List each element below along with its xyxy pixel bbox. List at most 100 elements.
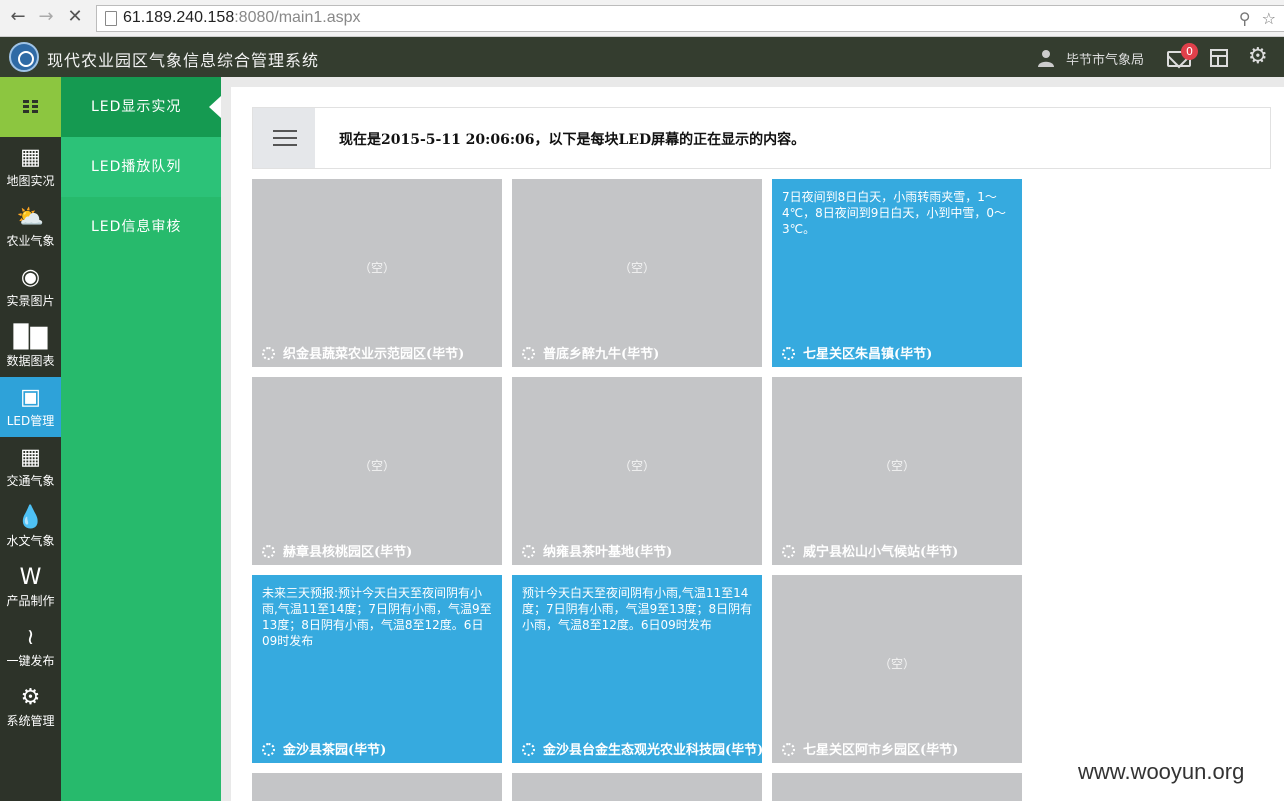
empty-label: （空） [358,459,395,473]
info-bar: 现在是2015-5-11 20:06:06，以下是每块LED屏幕的正在显示的内容… [252,107,1271,169]
user-name[interactable]: 毕节市气象局 [1066,49,1144,68]
subnav-item-led-review[interactable]: LED信息审核 [61,197,221,257]
gear-icon: ⚙ [20,685,41,710]
led-tile[interactable]: 未来三天预报:预计今天白天至夜间阴有小雨,气温11至14度；7日阴有小雨，气温9… [252,575,502,763]
loading-icon [522,347,535,360]
loading-icon [782,743,795,756]
app-title: 现代农业园区气象信息综合管理系统 [47,51,320,70]
rail-item-publish[interactable]: ≀ 一键发布 [0,617,61,677]
rail-item-agri-weather[interactable]: ⛅ 农业气象 [0,197,61,257]
empty-label: （空） [618,261,655,275]
led-name-text: 织金县蔬菜农业示范园区(毕节) [283,347,465,362]
led-name-text: 七星关区阿市乡园区(毕节) [803,743,959,758]
led-name: 金沙县台金生态观光农业科技园(毕节) [522,739,763,758]
grid-icon [22,100,39,114]
led-name-text: 七星关区朱昌镇(毕节) [803,347,933,362]
rail-item-map[interactable]: ▦ 地图实况 [0,137,61,197]
app-header: 现代农业园区气象信息综合管理系统 毕节市气象局 ⚙ [0,37,1284,77]
rail-item-product[interactable]: W 产品制作 [0,557,61,617]
led-message: 7日夜间到8日白天，小雨转雨夹雪，1～4℃，8日夜间到9日白天，小到中雪，0～3… [782,190,1007,236]
word-doc-icon: W [19,565,42,590]
rail-label: 地图实况 [6,174,55,188]
led-name-text: 赫章县核桃园区(毕节) [283,545,413,560]
loading-icon [782,545,795,558]
key-icon[interactable]: ⚲ [1239,9,1251,28]
rail-label: 农业气象 [6,234,55,248]
led-name: 织金县蔬菜农业示范园区(毕节) [262,343,464,362]
bookmark-star-icon[interactable]: ☆ [1262,9,1276,28]
monitor-icon: ▣ [20,385,41,410]
menu-toggle-button[interactable] [0,77,61,137]
url-path: :8080/main1.aspx [234,9,361,26]
led-tile[interactable]: （空） 纳雍县茶叶基地(毕节) [512,377,762,565]
url-text[interactable]: 61.189.240.158:8080/main1.aspx [123,9,361,27]
current-time-info: 现在是2015-5-11 20:06:06，以下是每块LED屏幕的正在显示的内容… [339,132,806,148]
rail-label: 水文气象 [6,534,55,548]
rail-item-system[interactable]: ⚙ 系统管理 [0,677,61,737]
rail-label: 数据图表 [6,354,55,368]
url-host: 61.189.240.158 [123,9,235,26]
rail-item-traffic[interactable]: ▦ 交通气象 [0,437,61,497]
map-icon: ▦ [20,145,41,170]
led-tile[interactable]: （空） 赫章县核桃园区(毕节) [252,377,502,565]
rail-label: 产品制作 [6,594,55,608]
rail-label: 系统管理 [6,714,55,728]
led-name: 纳雍县茶叶基地(毕节) [522,541,672,560]
layout-icon[interactable] [1210,49,1228,67]
led-tile[interactable]: （空） 普底乡醉九牛(毕节) [512,179,762,367]
empty-label: （空） [358,261,395,275]
led-name: 七星关区朱昌镇(毕节) [782,343,932,362]
watermark: www.wooyun.org [1078,759,1245,784]
page-icon [105,11,117,26]
rail-item-hydro[interactable]: 💧 水文气象 [0,497,61,557]
led-name-text: 金沙县茶园(毕节) [283,743,387,758]
led-tile[interactable] [252,773,502,801]
empty-label: （空） [878,459,915,473]
rail-item-photos[interactable]: ◉ 实景图片 [0,257,61,317]
forward-icon[interactable]: → [35,6,57,28]
led-name: 普底乡醉九牛(毕节) [522,343,659,362]
subnav-label: LED信息审核 [91,219,182,235]
loading-icon [782,347,795,360]
camera-icon: ◉ [20,265,41,290]
led-tile[interactable]: 7日夜间到8日白天，小雨转雨夹雪，1～4℃，8日夜间到9日白天，小到中雪，0～3… [772,179,1022,367]
led-name-text: 普底乡醉九牛(毕节) [543,347,660,362]
led-subnav: LED显示实况 LED播放队列 LED信息审核 [61,77,221,801]
led-tile[interactable]: （空） 织金县蔬菜农业示范园区(毕节) [252,179,502,367]
settings-gear-icon[interactable]: ⚙ [1248,44,1268,69]
loading-icon [262,347,275,360]
led-tile[interactable]: （空） 七星关区阿市乡园区(毕节) [772,575,1022,763]
wifi-icon: ≀ [26,625,35,650]
rail-label: LED管理 [6,414,55,428]
active-caret [209,96,221,118]
hamburger-button[interactable] [253,108,315,168]
led-tile[interactable]: （空） 威宁县松山小气候站(毕节) [772,377,1022,565]
subnav-item-led-live[interactable]: LED显示实况 [61,77,221,137]
stop-icon[interactable]: ✕ [64,6,86,28]
led-message: 预计今天白天至夜间阴有小雨,气温11至14度；7日阴有小雨，气温9至13度；8日… [522,586,753,632]
logo [9,42,39,72]
train-icon: ▦ [20,445,41,470]
loading-icon [262,743,275,756]
loading-icon [262,545,275,558]
address-bar[interactable]: 61.189.240.158:8080/main1.aspx ⚲ ☆ [96,5,1284,32]
subnav-item-led-queue[interactable]: LED播放队列 [61,137,221,197]
rail-item-led[interactable]: ▣ LED管理 [0,377,61,437]
led-name-text: 纳雍县茶叶基地(毕节) [543,545,673,560]
rail-label: 实景图片 [6,294,55,308]
led-name: 威宁县松山小气候站(毕节) [782,541,958,560]
led-tile[interactable] [772,773,1022,801]
browser-toolbar: ← → ✕ 61.189.240.158:8080/main1.aspx ⚲ ☆ [0,0,1284,37]
rail-label: 一键发布 [6,654,55,668]
rail-label: 交通气象 [6,474,55,488]
user-icon[interactable] [1037,49,1055,67]
led-name-text: 金沙县台金生态观光农业科技园(毕节) [543,743,764,758]
led-name: 七星关区阿市乡园区(毕节) [782,739,958,758]
icon-rail: ▦ 地图实况 ⛅ 农业气象 ◉ 实景图片 ▉▇ 数据图表 ▣ LED管理 ▦ 交… [0,77,61,801]
led-tile[interactable] [512,773,762,801]
led-name: 赫章县核桃园区(毕节) [262,541,412,560]
rail-item-charts[interactable]: ▉▇ 数据图表 [0,317,61,377]
content-panel: 现在是2015-5-11 20:06:06，以下是每块LED屏幕的正在显示的内容… [231,87,1284,801]
back-icon[interactable]: ← [7,6,29,28]
led-tile[interactable]: 预计今天白天至夜间阴有小雨,气温11至14度；7日阴有小雨，气温9至13度；8日… [512,575,763,763]
